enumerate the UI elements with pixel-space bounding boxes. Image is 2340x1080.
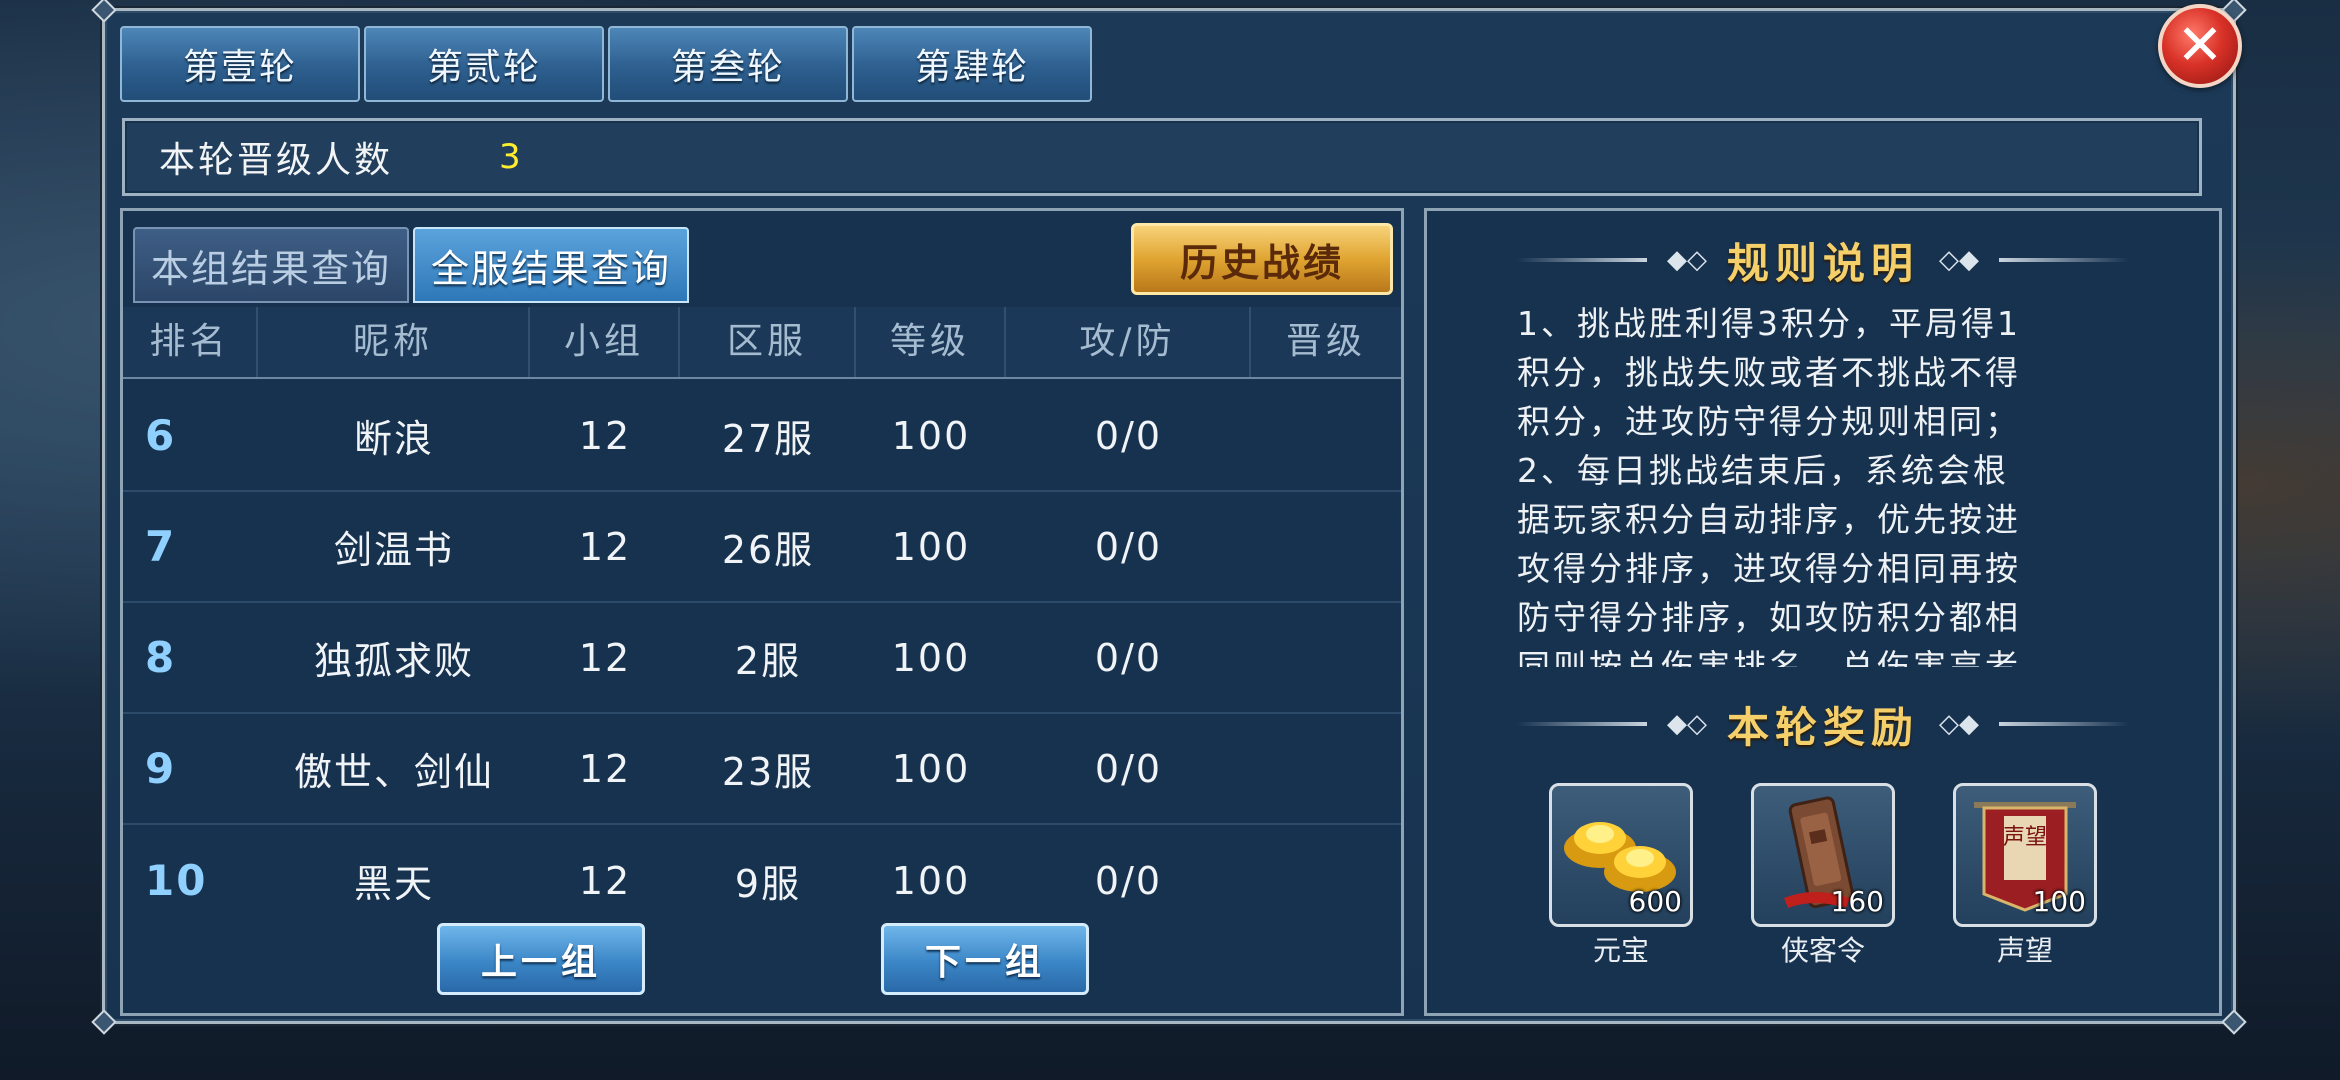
rule-line: 同则按总伤害排名，总伤害高者 <box>1517 647 2021 667</box>
tab-round-4[interactable]: 第肆轮 <box>852 26 1092 102</box>
table-row[interactable]: 9 傲世、剑仙 12 23服 100 0/0 <box>123 714 1401 825</box>
atk-def-cell: 0/0 <box>1094 746 1163 791</box>
name-cell: 黑天 <box>353 862 434 906</box>
name-cell: 断浪 <box>353 417 434 461</box>
tab-group-results[interactable]: 本组结果查询 <box>133 227 409 303</box>
tab-server-results[interactable]: 全服结果查询 <box>413 227 689 303</box>
group-cell: 12 <box>578 413 632 458</box>
name-cell: 独孤求败 <box>313 639 474 683</box>
rewards-title: 本轮奖励 <box>1726 702 1919 752</box>
server-cell: 23服 <box>721 750 815 794</box>
header-atk-def: 攻/防 <box>1006 307 1251 377</box>
name-cell: 傲世、剑仙 <box>293 750 494 794</box>
rank-cell: 6 <box>145 411 177 460</box>
reward-name: 元宝 <box>1592 934 1649 967</box>
rewards-heading: ◆◇ 本轮奖励 ◇◆ <box>1427 689 2219 759</box>
header-name: 昵称 <box>258 307 530 377</box>
rule-line: 据玩家积分自动排序，优先按进 <box>1517 500 2021 539</box>
diamond-ornament-icon: ◇◆ <box>1939 245 1979 275</box>
rule-line: 防守得分排序，如攻防积分都相 <box>1517 598 2021 637</box>
prev-group-button[interactable]: 上一组 <box>437 923 645 995</box>
level-cell: 100 <box>891 858 971 903</box>
info-panel: ◆◇ 规则说明 ◇◆ 1、挑战胜利得3积分，平局得1 积分，挑战失败或者不挑战不… <box>1424 208 2222 1016</box>
server-cell: 26服 <box>721 528 815 572</box>
header-level: 等级 <box>856 307 1006 377</box>
tab-round-2[interactable]: 第贰轮 <box>364 26 604 102</box>
diamond-ornament-icon: ◇◆ <box>1939 709 1979 739</box>
diamond-ornament-icon: ◆◇ <box>1666 245 1707 275</box>
reward-count: 160 <box>1830 885 1884 918</box>
rule-line: 2、每日挑战结束后，系统会根 <box>1517 451 2009 490</box>
rank-cell: 8 <box>145 633 177 682</box>
promote-count-value: 3 <box>499 137 521 177</box>
reward-slot: 声望 100 <box>1953 783 2097 927</box>
atk-def-cell: 0/0 <box>1094 413 1163 458</box>
round-tabs: 第壹轮 第贰轮 第叁轮 第肆轮 <box>120 26 1092 102</box>
group-cell: 12 <box>578 858 632 903</box>
server-cell: 9服 <box>734 862 802 906</box>
level-cell: 100 <box>891 746 971 791</box>
reward-name: 声望 <box>1996 934 2053 967</box>
reward-name: 侠客令 <box>1780 934 1865 967</box>
tab-round-3[interactable]: 第叁轮 <box>608 26 848 102</box>
promote-count-label: 本轮晋级人数 <box>159 140 394 181</box>
atk-def-cell: 0/0 <box>1094 635 1163 680</box>
group-cell: 12 <box>578 746 632 791</box>
rule-line: 积分，进攻防守得分规则相同； <box>1517 402 2021 441</box>
results-table: 6 断浪 12 27服 100 0/0 7 剑温书 12 26服 100 0/0… <box>123 381 1401 936</box>
reward-item-yuanbao[interactable]: 600 元宝 <box>1549 783 1693 969</box>
reward-count: 600 <box>1628 885 1682 918</box>
name-cell: 剑温书 <box>333 528 454 572</box>
level-cell: 100 <box>891 413 971 458</box>
level-cell: 100 <box>891 524 971 569</box>
promote-count-bar: 本轮晋级人数 3 <box>122 118 2202 196</box>
diamond-ornament-icon: ◆◇ <box>1666 709 1707 739</box>
server-cell: 27服 <box>721 417 815 461</box>
atk-def-cell: 0/0 <box>1094 524 1163 569</box>
history-record-button[interactable]: 历史战绩 <box>1131 223 1393 295</box>
rule-line: 积分，挑战失败或者不挑战不得 <box>1517 353 2021 392</box>
rank-cell: 7 <box>145 522 177 571</box>
table-row[interactable]: 8 独孤求败 12 2服 100 0/0 <box>123 603 1401 714</box>
header-group: 小组 <box>530 307 680 377</box>
next-group-button[interactable]: 下一组 <box>881 923 1089 995</box>
close-icon: ✕ <box>2176 13 2224 78</box>
reward-slot: 600 <box>1549 783 1693 927</box>
table-row[interactable]: 7 剑温书 12 26服 100 0/0 <box>123 492 1401 603</box>
rank-cell: 9 <box>145 744 177 793</box>
reward-slot: 160 <box>1751 783 1895 927</box>
rules-text[interactable]: 1、挑战胜利得3积分，平局得1 积分，挑战失败或者不挑战不得 积分，进攻防守得分… <box>1517 299 2117 667</box>
rule-line: 1、挑战胜利得3积分，平局得1 <box>1517 304 2021 343</box>
reward-item-xiakeling[interactable]: 160 侠客令 <box>1751 783 1895 969</box>
header-server: 区服 <box>680 307 856 377</box>
server-cell: 2服 <box>734 639 802 683</box>
rank-cell: 10 <box>145 856 208 905</box>
rules-title: 规则说明 <box>1726 238 1919 288</box>
header-rank: 排名 <box>123 307 258 377</box>
reward-item-shengwang[interactable]: 声望 100 声望 <box>1953 783 2097 969</box>
rules-heading: ◆◇ 规则说明 ◇◆ <box>1427 225 2219 295</box>
group-cell: 12 <box>578 524 632 569</box>
divider-right <box>1999 258 2129 262</box>
divider-left <box>1516 722 1647 726</box>
divider-right <box>1999 722 2129 726</box>
close-button[interactable]: ✕ <box>2158 4 2242 88</box>
tab-round-1[interactable]: 第壹轮 <box>120 26 360 102</box>
atk-def-cell: 0/0 <box>1094 858 1163 903</box>
table-header: 排名 昵称 小组 区服 等级 攻/防 晋级 <box>123 307 1401 379</box>
table-row[interactable]: 10 黑天 12 9服 100 0/0 <box>123 825 1401 936</box>
group-cell: 12 <box>578 635 632 680</box>
header-promote: 晋级 <box>1285 321 1366 362</box>
level-cell: 100 <box>891 635 971 680</box>
results-panel: 本组结果查询 全服结果查询 历史战绩 排名 昵称 小组 区服 等级 攻/防 晋级… <box>120 208 1404 1016</box>
table-row[interactable]: 6 断浪 12 27服 100 0/0 <box>123 381 1401 492</box>
banner-text: 声望 <box>2003 825 2047 850</box>
rule-line: 攻得分排序，进攻得分相同再按 <box>1517 549 2021 588</box>
divider-left <box>1516 258 1647 262</box>
reward-count: 100 <box>2032 885 2086 918</box>
